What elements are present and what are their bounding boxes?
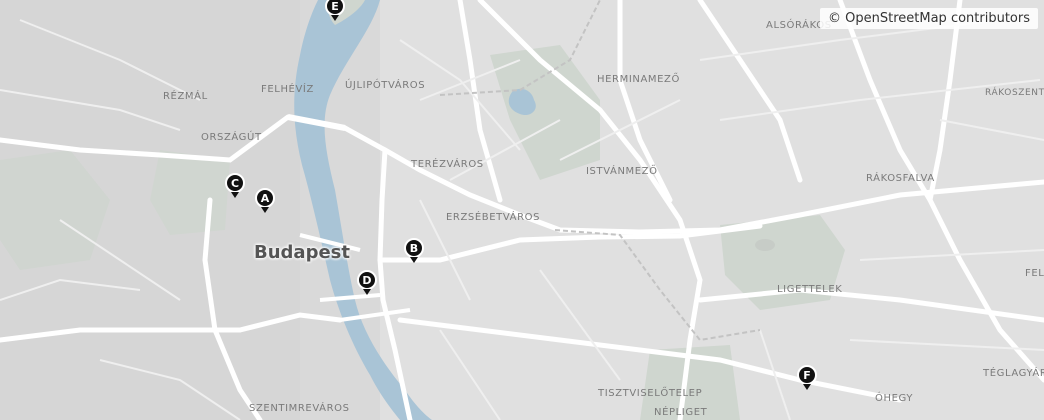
district-label-erzsebetvaros: ERZSÉBETVÁROS [446,212,541,223]
district-label-ohegy: ÓHEGY [875,393,914,404]
district-label-orszagut: ORSZÁGÚT [201,132,262,143]
marker-badge: B [404,238,424,258]
district-label-ujlipotvaros: ÚJLIPÓTVÁROS [345,80,426,91]
marker-pointer [803,384,811,390]
city-label: Budapest [254,242,350,263]
hippodrome-lake [755,239,775,251]
marker-badge: C [225,173,245,193]
marker-pointer [331,15,339,21]
district-label-rakoszent: RÁKOSZENT [985,88,1044,98]
district-label-teglagyar: TÉGLAGYÁR [983,368,1044,379]
map-marker-f[interactable]: F [796,365,818,393]
district-label-fels: FELS [1025,268,1044,279]
district-label-ligettelek: LIGETTELEK [777,284,843,295]
marker-pointer [261,207,269,213]
marker-badge: F [797,365,817,385]
attribution[interactable]: © OpenStreetMap contributors [820,8,1038,29]
district-label-rezmal: RÉZMÁL [163,91,208,102]
attribution-text[interactable]: © OpenStreetMap contributors [828,11,1030,26]
marker-pointer [231,192,239,198]
map-marker-e[interactable]: E [324,0,346,24]
map-marker-c[interactable]: C [224,173,246,201]
district-label-szentimrevaros: SZENTIMREVÁROS [249,403,350,414]
district-label-herminamezo: HERMINAMEZŐ [597,74,680,85]
marker-badge: D [357,270,377,290]
marker-pointer [363,289,371,295]
district-label-tisztviselotelep: TISZTVISELŐTELEP [598,388,703,399]
map-marker-a[interactable]: A [254,188,276,216]
map-marker-d[interactable]: D [356,270,378,298]
district-label-terezvaros: TERÉZVÁROS [411,159,484,170]
marker-badge: E [325,0,345,16]
marker-badge: A [255,188,275,208]
district-label-felheviz: FELHÉVÍZ [261,84,314,95]
map-marker-b[interactable]: B [403,238,425,266]
map-view[interactable]: ALSÓRÁKOS RÁKOSZENT RÉZMÁL FELHÉVÍZ ÚJLI… [0,0,1044,420]
marker-pointer [410,257,418,263]
map-base-layer [0,0,1044,420]
district-label-istvanmezo: ISTVÁNMEZŐ [586,166,658,177]
district-label-rakosfalva: RÁKOSFALVA [866,173,935,184]
district-label-nepliget: NÉPLIGET [654,407,708,418]
